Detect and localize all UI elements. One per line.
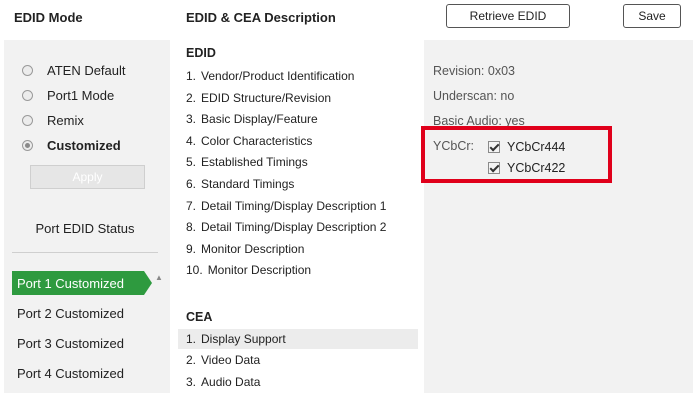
edid-mode-panel: ATEN Default Port1 Mode Remix Customized… bbox=[4, 40, 170, 393]
item-label: Standard Timings bbox=[201, 177, 295, 191]
radio-icon[interactable] bbox=[22, 64, 33, 76]
edid-list-item[interactable]: 1. Vendor/Product Identification bbox=[178, 66, 418, 86]
port-status-item[interactable]: Port 1 Customized bbox=[12, 271, 152, 295]
item-number: 7. bbox=[186, 199, 197, 213]
edid-list-item[interactable]: 8. Detail Timing/Display Description 2 bbox=[178, 217, 418, 237]
edid-list-item[interactable]: 7. Detail Timing/Display Description 1 bbox=[178, 196, 418, 216]
save-button[interactable]: Save bbox=[623, 4, 681, 28]
port-status-item[interactable]: Port 4 Customized bbox=[12, 361, 144, 385]
radio-label: ATEN Default bbox=[47, 62, 126, 78]
edid-list-item[interactable]: 6. Standard Timings bbox=[178, 174, 418, 194]
edid-mode-title: EDID Mode bbox=[14, 10, 83, 25]
item-number: 3. bbox=[186, 112, 197, 126]
item-label: Basic Display/Feature bbox=[201, 112, 318, 126]
cea-list-item[interactable]: 3. Audio Data bbox=[178, 372, 418, 392]
apply-button[interactable]: Apply bbox=[30, 165, 145, 189]
item-label: Audio Data bbox=[201, 375, 261, 389]
port-edid-status-title: Port EDID Status bbox=[35, 221, 135, 236]
edid-list-item[interactable]: 3. Basic Display/Feature bbox=[178, 109, 418, 129]
edid-list-item[interactable]: 9. Monitor Description bbox=[178, 239, 418, 259]
item-label: Detail Timing/Display Description 2 bbox=[201, 220, 387, 234]
item-label: Monitor Description bbox=[201, 242, 305, 256]
item-number: 1. bbox=[186, 69, 197, 83]
item-label: Display Support bbox=[201, 332, 286, 346]
item-label: Monitor Description bbox=[207, 263, 312, 277]
cea-list-item[interactable]: 1. Display Support bbox=[178, 329, 418, 349]
cea-section-title: CEA bbox=[186, 310, 213, 324]
item-number: 1. bbox=[186, 332, 197, 346]
edid-list-item[interactable]: 4. Color Characteristics bbox=[178, 131, 418, 151]
item-number: 8. bbox=[186, 220, 197, 234]
radio-selected-icon[interactable] bbox=[22, 139, 33, 151]
item-number: 5. bbox=[186, 155, 197, 169]
item-label: Color Characteristics bbox=[201, 134, 313, 148]
item-label: Detail Timing/Display Description 1 bbox=[201, 199, 387, 213]
item-label: Vendor/Product Identification bbox=[201, 69, 355, 83]
edid-section-title: EDID bbox=[186, 46, 216, 60]
item-label: EDID Structure/Revision bbox=[201, 91, 332, 105]
cea-list-item[interactable]: 2. Video Data bbox=[178, 350, 418, 370]
item-number: 10. bbox=[186, 263, 203, 277]
radio-customized[interactable]: Customized bbox=[22, 136, 121, 154]
item-number: 2. bbox=[186, 353, 197, 367]
port-status-item[interactable]: Port 3 Customized bbox=[12, 331, 144, 355]
item-label: Video Data bbox=[201, 353, 261, 367]
radio-label: Remix bbox=[47, 112, 84, 128]
item-number: 6. bbox=[186, 177, 197, 191]
description-title: EDID & CEA Description bbox=[186, 10, 336, 25]
divider bbox=[12, 252, 158, 253]
detail-panel: Revision: 0x03 Underscan: no Basic Audio… bbox=[424, 40, 693, 393]
edid-list-item[interactable]: 10. Monitor Description bbox=[178, 260, 418, 280]
edid-list-item[interactable]: 5. Established Timings bbox=[178, 152, 418, 172]
item-number: 2. bbox=[186, 91, 197, 105]
edid-list-item[interactable]: 2. EDID Structure/Revision bbox=[178, 88, 418, 108]
scroll-up-arrow-icon[interactable]: ▲ bbox=[155, 273, 163, 282]
item-label: Established Timings bbox=[201, 155, 308, 169]
edid-cea-list: EDID 1. Vendor/Product Identification 2. E… bbox=[178, 40, 423, 393]
item-number: 3. bbox=[186, 375, 197, 389]
item-number: 9. bbox=[186, 242, 197, 256]
underscan-text: Underscan: no bbox=[433, 89, 515, 103]
retrieve-edid-button[interactable]: Retrieve EDID bbox=[446, 4, 570, 28]
port-status-item[interactable]: Port 2 Customized bbox=[12, 301, 144, 325]
item-number: 4. bbox=[186, 134, 197, 148]
radio-label: Port1 Mode bbox=[47, 87, 115, 103]
radio-icon[interactable] bbox=[22, 89, 33, 101]
radio-port1-mode[interactable]: Port1 Mode bbox=[22, 86, 114, 104]
radio-label: Customized bbox=[47, 137, 121, 153]
radio-remix[interactable]: Remix bbox=[22, 111, 84, 129]
revision-text: Revision: 0x03 bbox=[433, 64, 515, 78]
radio-aten-default[interactable]: ATEN Default bbox=[22, 61, 126, 79]
highlight-box bbox=[421, 126, 612, 183]
radio-icon[interactable] bbox=[22, 114, 33, 126]
port-list-scrollbar[interactable] bbox=[152, 268, 166, 393]
